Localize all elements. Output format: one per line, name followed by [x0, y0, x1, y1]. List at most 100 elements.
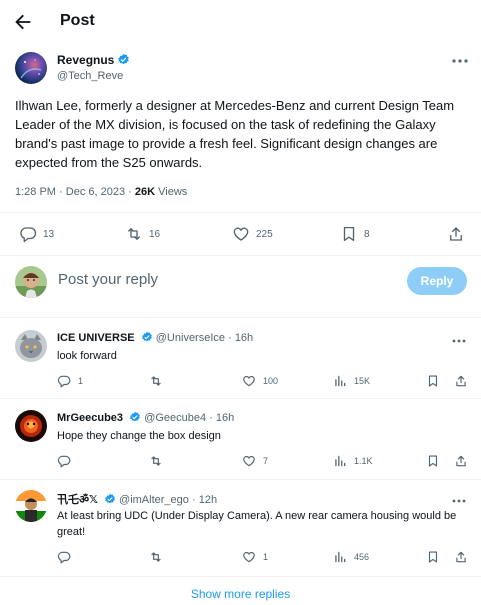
author-name[interactable]: Revegnus — [57, 53, 130, 67]
post-time[interactable]: 1:28 PM — [15, 186, 56, 198]
reply-actions: 1 456 — [0, 548, 481, 566]
views-count: 1.1K — [354, 456, 373, 466]
bookmark-action[interactable] — [426, 372, 447, 390]
reply-header: 卂乇ॐ𝕏 @imAlter_ego · 12h — [57, 491, 217, 507]
verified-badge-icon — [104, 493, 116, 505]
meta-separator: · — [128, 186, 132, 198]
divider — [0, 576, 481, 577]
reply-author-name[interactable]: MrGeecube3 — [57, 412, 123, 424]
like-action[interactable]: 1 — [242, 548, 268, 566]
bookmark-icon — [426, 374, 440, 388]
reply-count: 13 — [43, 228, 55, 240]
reply-action[interactable]: 13 — [19, 222, 54, 246]
views-count: 15K — [354, 376, 371, 386]
repost-icon — [149, 550, 163, 564]
repost-count: 16 — [149, 228, 161, 240]
back-arrow-icon[interactable] — [12, 11, 34, 33]
like-count: 100 — [263, 376, 279, 386]
reply-button[interactable]: Reply — [407, 267, 467, 295]
reply-avatar[interactable] — [15, 490, 47, 522]
bookmark-icon — [340, 225, 358, 243]
reply-action[interactable] — [57, 548, 78, 566]
views-action[interactable]: 15K — [333, 372, 370, 390]
reply-avatar[interactable] — [15, 410, 47, 442]
reply-header: ICE UNIVERSE @UniverseIce · 16h — [57, 331, 253, 344]
reply-action[interactable] — [57, 452, 78, 470]
reply-icon — [57, 374, 71, 388]
top-bar: Post — [0, 0, 481, 44]
reply-time[interactable]: 16h — [216, 412, 234, 424]
views-count: 456 — [354, 552, 370, 562]
reply-icon — [57, 454, 71, 468]
bookmark-action[interactable]: 8 — [340, 222, 370, 246]
like-icon — [242, 374, 256, 388]
reply-header: MrGeecube3 @Geecube4 · 16h — [57, 411, 234, 424]
reply-item[interactable]: 卂乇ॐ𝕏 @imAlter_ego · 12h At least bring U… — [0, 480, 481, 576]
author-handle[interactable]: @Tech_Reve — [57, 70, 123, 82]
meta-separator: · — [59, 186, 63, 198]
views-icon — [333, 454, 347, 468]
repost-action[interactable] — [149, 452, 170, 470]
views-icon — [333, 550, 347, 564]
current-user-avatar[interactable] — [15, 266, 47, 298]
reply-action[interactable]: 1 — [57, 372, 83, 390]
reply-author-name[interactable]: ICE UNIVERSE — [57, 332, 135, 344]
views-action[interactable]: 456 — [333, 548, 369, 566]
reply-author-handle[interactable]: @UniverseIce — [156, 332, 225, 344]
like-action[interactable]: 225 — [232, 222, 273, 246]
reply-avatar[interactable] — [15, 330, 47, 362]
share-action[interactable] — [454, 548, 475, 566]
repost-action[interactable] — [149, 548, 170, 566]
bookmark-action[interactable] — [426, 452, 447, 470]
share-icon — [447, 225, 465, 243]
bookmark-icon — [426, 550, 440, 564]
share-icon — [454, 374, 468, 388]
meta-separator: · — [209, 412, 213, 424]
more-icon[interactable] — [451, 335, 467, 347]
like-icon — [242, 454, 256, 468]
like-count: 1 — [263, 552, 269, 562]
like-action[interactable]: 7 — [242, 452, 268, 470]
bookmark-action[interactable] — [426, 548, 447, 566]
more-icon[interactable] — [451, 54, 469, 68]
reply-author-handle[interactable]: @imAlter_ego — [119, 494, 189, 506]
reply-actions: 1 100 15K — [0, 372, 481, 390]
author-avatar[interactable] — [15, 52, 47, 84]
like-action[interactable]: 100 — [242, 372, 278, 390]
bookmark-count: 8 — [364, 228, 370, 240]
repost-action[interactable]: 16 — [125, 222, 160, 246]
author-name-text[interactable]: Revegnus — [57, 53, 114, 67]
divider — [0, 212, 481, 213]
post-date[interactable]: Dec 6, 2023 — [66, 186, 125, 198]
repost-icon — [149, 374, 163, 388]
show-more-replies-link[interactable]: Show more replies — [0, 587, 481, 601]
reply-time[interactable]: 16h — [235, 332, 253, 344]
reply-author-handle[interactable]: @Geecube4 — [144, 412, 206, 424]
page-title: Post — [60, 12, 95, 29]
share-action[interactable] — [454, 452, 475, 470]
reply-author-name[interactable]: 卂乇ॐ𝕏 — [57, 494, 98, 506]
like-icon — [242, 550, 256, 564]
repost-action[interactable] — [149, 372, 170, 390]
reply-item[interactable]: ICE UNIVERSE @UniverseIce · 16h look for… — [0, 318, 481, 397]
reply-icon — [19, 225, 37, 243]
post-actions: 13 16 225 8 — [0, 222, 481, 246]
verified-badge-icon — [129, 411, 141, 423]
post-meta: 1:28 PM · Dec 6, 2023 · 26K Views — [15, 186, 187, 198]
share-action[interactable] — [454, 372, 475, 390]
reply-count: 1 — [78, 376, 84, 386]
share-action[interactable] — [447, 222, 471, 246]
reply-icon — [57, 550, 71, 564]
reply-input[interactable]: Post your reply — [58, 271, 158, 288]
reply-actions: 7 1.1K — [0, 452, 481, 470]
reply-time[interactable]: 12h — [199, 494, 217, 506]
verified-badge-icon — [141, 331, 153, 343]
bookmark-icon — [426, 454, 440, 468]
reply-text: Hope they change the box design — [57, 430, 221, 442]
reply-item[interactable]: MrGeecube3 @Geecube4 · 16h Hope they cha… — [0, 399, 481, 478]
views-action[interactable]: 1.1K — [333, 452, 373, 470]
views-count: 26K — [134, 186, 156, 198]
meta-separator: · — [191, 494, 196, 506]
more-icon[interactable] — [451, 495, 467, 507]
share-icon — [454, 550, 468, 564]
